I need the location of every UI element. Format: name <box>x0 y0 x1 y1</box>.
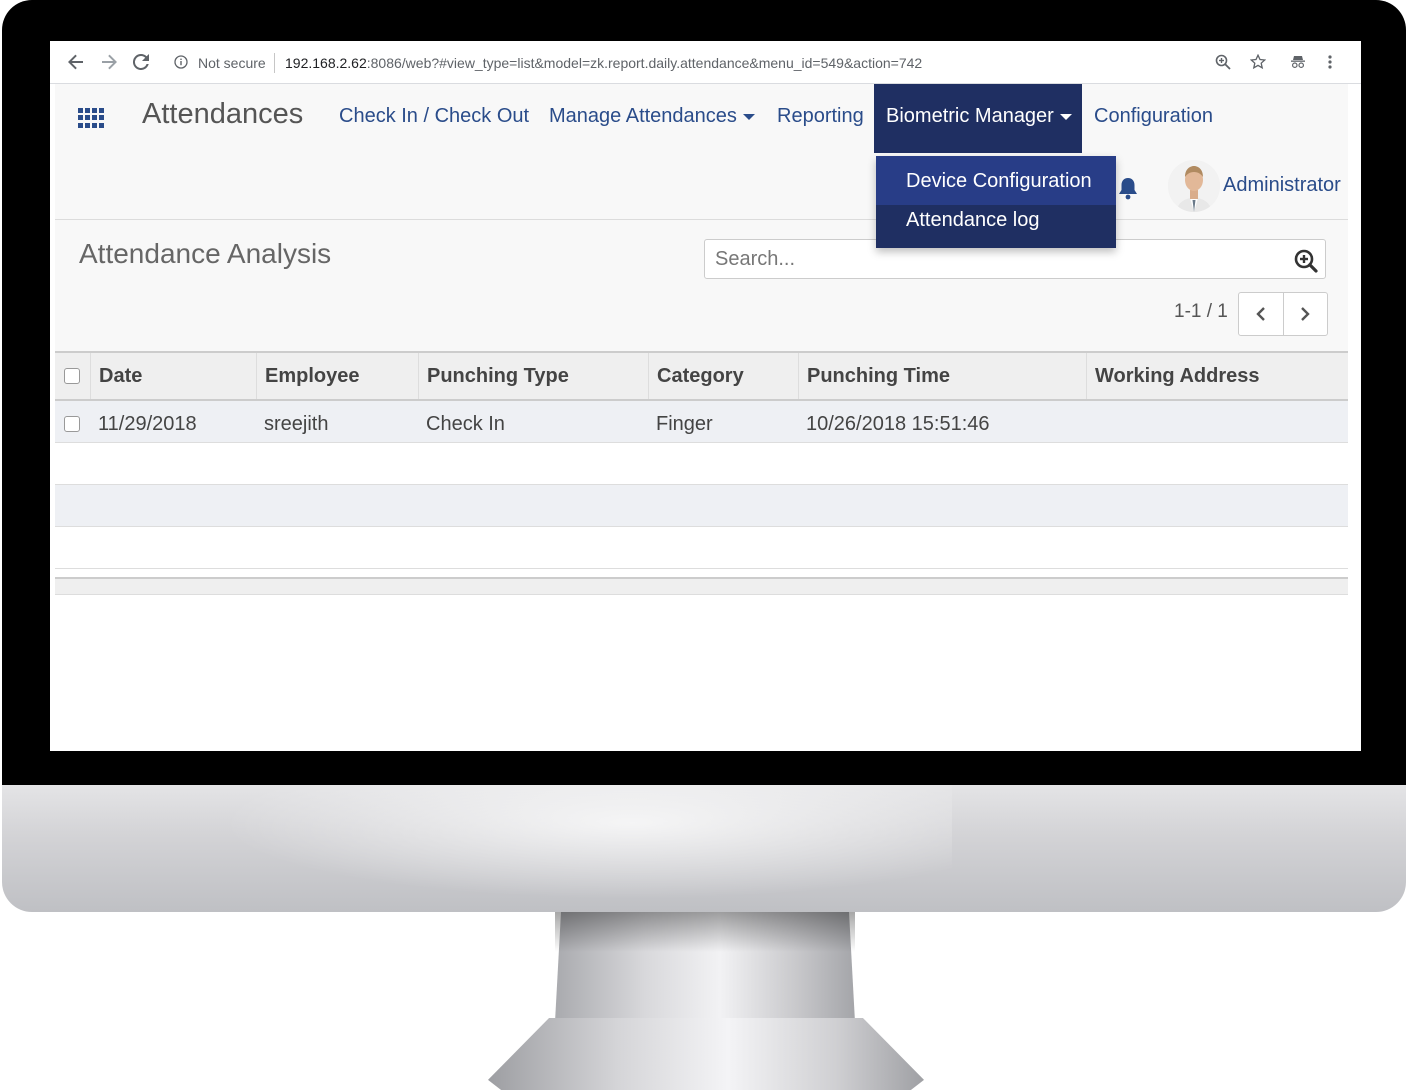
dropdown-item-device-configuration[interactable]: Device Configuration <box>876 156 1116 205</box>
security-label[interactable]: Not secure <box>198 55 266 71</box>
empty-row <box>55 443 1348 485</box>
table-header: Date Employee Punching Type Category Pun… <box>55 351 1348 401</box>
menu-reporting[interactable]: Reporting <box>777 105 864 128</box>
column-header-category[interactable]: Category <box>648 353 798 399</box>
caret-down-icon <box>1059 113 1072 120</box>
user-avatar[interactable] <box>1168 160 1220 212</box>
chevron-right-icon <box>1301 307 1310 321</box>
row-checkbox[interactable] <box>64 416 80 432</box>
info-icon[interactable] <box>171 52 191 72</box>
page-title: Attendance Analysis <box>79 238 332 269</box>
caret-down-icon <box>742 113 755 120</box>
back-arrow-icon[interactable] <box>66 52 86 72</box>
cell-punching-time: 10/26/2018 15:51:46 <box>806 413 990 435</box>
table-footer <box>55 577 1348 595</box>
empty-row <box>55 485 1348 527</box>
column-header-punching-time[interactable]: Punching Time <box>798 353 1086 399</box>
url-divider <box>274 53 275 73</box>
bookmark-star-icon[interactable] <box>1248 52 1268 72</box>
pager-value[interactable]: 1-1 / 1 <box>1174 301 1228 323</box>
column-header-date[interactable]: Date <box>90 353 256 399</box>
control-panel: Attendance Analysis 1-1 / 1 <box>55 220 1348 351</box>
menu-manage-attendances-label: Manage Attendances <box>549 105 737 127</box>
empty-row <box>55 527 1348 569</box>
chin-highlight <box>152 785 952 912</box>
chevron-left-icon <box>1256 307 1265 321</box>
monitor-stand-base <box>488 1018 924 1090</box>
pager-next-button[interactable] <box>1282 293 1328 335</box>
monitor-chin <box>2 785 1406 912</box>
more-vertical-icon[interactable] <box>1320 52 1340 72</box>
user-name[interactable]: Administrator <box>1223 174 1341 197</box>
cell-punching-type: Check In <box>426 413 505 435</box>
browser-toolbar: Not secure 192.168.2.62:8086/web?#view_t… <box>50 41 1361 84</box>
zoom-icon[interactable] <box>1213 52 1233 72</box>
cell-employee: sreejith <box>264 413 329 435</box>
dropdown-item-attendance-log[interactable]: Attendance log <box>876 205 1116 245</box>
column-header-working-address[interactable]: Working Address <box>1086 353 1348 399</box>
biometric-manager-dropdown: Device Configuration Attendance log <box>876 156 1116 248</box>
cell-date: 11/29/2018 <box>98 413 197 435</box>
column-header-employee[interactable]: Employee <box>256 353 418 399</box>
monitor-screen: Not secure 192.168.2.62:8086/web?#view_t… <box>50 41 1361 751</box>
menu-check-in-out[interactable]: Check In / Check Out <box>339 105 529 128</box>
main-navbar: Attendances Check In / Check Out Manage … <box>55 84 1348 220</box>
stand-shadow <box>555 912 855 952</box>
bell-icon[interactable] <box>1117 176 1139 200</box>
table-row[interactable]: 11/29/2018 sreejith Check In Finger 10/2… <box>55 401 1348 443</box>
search-plus-icon[interactable] <box>1294 249 1318 273</box>
select-all-checkbox[interactable] <box>64 368 80 384</box>
menu-biometric-manager[interactable]: Biometric Manager <box>874 84 1082 153</box>
url-host: 192.168.2.62 <box>285 55 367 71</box>
address-bar[interactable]: 192.168.2.62:8086/web?#view_type=list&mo… <box>285 55 922 71</box>
menu-configuration[interactable]: Configuration <box>1094 105 1213 128</box>
reload-icon[interactable] <box>131 52 151 72</box>
pager-buttons <box>1238 292 1328 336</box>
column-header-punching-type[interactable]: Punching Type <box>418 353 648 399</box>
app-title: Attendances <box>142 98 304 130</box>
search-input[interactable] <box>713 246 1277 272</box>
forward-arrow-icon[interactable] <box>99 52 119 72</box>
incognito-icon[interactable] <box>1288 52 1308 72</box>
menu-biometric-manager-label: Biometric Manager <box>886 105 1072 128</box>
menu-manage-attendances[interactable]: Manage Attendances <box>549 105 755 128</box>
pager-previous-button[interactable] <box>1239 293 1283 335</box>
url-path: :8086/web?#view_type=list&model=zk.repor… <box>366 55 923 71</box>
cell-category: Finger <box>656 413 713 435</box>
apps-grid-icon[interactable] <box>78 108 104 128</box>
